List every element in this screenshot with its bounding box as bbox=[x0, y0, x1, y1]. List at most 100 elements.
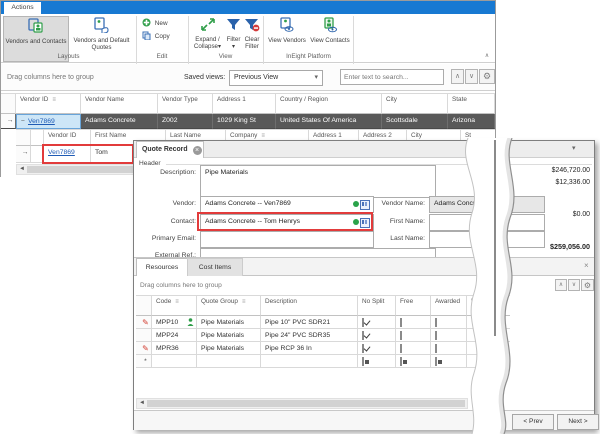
column-header-vendor-name[interactable]: Vendor Name bbox=[81, 93, 158, 114]
vendor-type-cell[interactable]: Z002 bbox=[158, 114, 213, 129]
no-split-cell[interactable] bbox=[358, 329, 396, 342]
contact-input[interactable]: Adams Concrete -- Tom Henrys bbox=[200, 214, 374, 231]
search-down-button[interactable]: ∨ bbox=[568, 279, 580, 291]
awarded-cell[interactable] bbox=[431, 342, 467, 355]
no-split-checkbox[interactable] bbox=[362, 331, 364, 340]
column-header-quote-group[interactable]: Quote Group≡ bbox=[197, 295, 261, 316]
awarded-checkbox[interactable] bbox=[435, 344, 437, 353]
column-header-free[interactable]: Free bbox=[396, 295, 431, 316]
search-input[interactable] bbox=[340, 69, 444, 85]
next-button[interactable]: Next > bbox=[557, 414, 599, 430]
free-checkbox[interactable] bbox=[400, 357, 402, 366]
new-resource-row[interactable]: * bbox=[136, 355, 510, 368]
no-split-cell[interactable] bbox=[358, 355, 396, 368]
duration-cell[interactable] bbox=[467, 316, 510, 329]
resource-row[interactable]: ✎ MPP10 Pipe Materials Pipe 10" PVC SDR2… bbox=[136, 316, 510, 329]
free-cell[interactable] bbox=[396, 329, 431, 342]
no-split-checkbox[interactable] bbox=[362, 344, 364, 353]
state-cell[interactable]: Arizona bbox=[448, 114, 495, 129]
no-split-checkbox[interactable] bbox=[362, 318, 364, 327]
column-header-country[interactable]: Country / Region bbox=[276, 93, 382, 114]
gear-icon[interactable]: ⚙ bbox=[479, 69, 495, 84]
awarded-checkbox[interactable] bbox=[435, 357, 437, 366]
vendor-id-cell[interactable]: −Ven7869 bbox=[16, 114, 81, 129]
copy-button[interactable]: Copy bbox=[142, 30, 186, 43]
tab-list-dropdown-icon[interactable]: ▾ bbox=[572, 144, 576, 152]
description-input[interactable]: Pipe Materials bbox=[200, 165, 436, 198]
description-cell[interactable]: Pipe RCP 36 In bbox=[261, 342, 358, 355]
panel-close-icon[interactable]: × bbox=[584, 261, 589, 270]
address1-cell[interactable]: 1029 King St bbox=[213, 114, 276, 129]
collapse-minus-icon[interactable]: − bbox=[21, 118, 25, 125]
description-cell[interactable]: Pipe 24" PVC SDR35 bbox=[261, 329, 358, 342]
scroll-left-icon[interactable]: ◄ bbox=[18, 165, 26, 174]
column-header-awarded[interactable]: Awarded bbox=[431, 295, 467, 316]
contact-grid-hscrollbar[interactable]: ◄ bbox=[16, 164, 136, 175]
awarded-cell[interactable] bbox=[431, 355, 467, 368]
tab-resources[interactable]: Resources bbox=[136, 258, 188, 277]
resource-row[interactable]: MPP24 Pipe Materials Pipe 24" PVC SDR35 bbox=[136, 329, 510, 342]
quote-group-cell[interactable]: Pipe Materials bbox=[197, 329, 261, 342]
duration-cell[interactable] bbox=[467, 355, 510, 368]
gear-icon[interactable]: ⚙ bbox=[581, 279, 594, 291]
city-cell[interactable]: Scottsdale bbox=[382, 114, 448, 129]
vendor-id-link[interactable]: Ven7869 bbox=[28, 118, 55, 125]
contact-vendor-id-cell[interactable]: Ven7869 bbox=[44, 146, 91, 163]
scrollbar-thumb[interactable] bbox=[147, 400, 465, 407]
search-down-button[interactable]: ∨ bbox=[465, 69, 478, 84]
tab-close-icon[interactable]: × bbox=[193, 146, 202, 155]
column-header-address1[interactable]: Address 1 bbox=[213, 93, 276, 114]
free-checkbox[interactable] bbox=[400, 318, 402, 327]
quote-group-cell[interactable]: Pipe Materials bbox=[197, 316, 261, 329]
tab-cost-items[interactable]: Cost Items bbox=[187, 258, 243, 278]
free-cell[interactable] bbox=[396, 342, 431, 355]
column-header-description[interactable]: Description bbox=[261, 295, 358, 316]
vendor-row[interactable]: → −Ven7869 Adams Concrete Z002 1029 King… bbox=[1, 114, 495, 129]
awarded-checkbox[interactable] bbox=[435, 318, 437, 327]
awarded-cell[interactable] bbox=[431, 329, 467, 342]
code-cell[interactable]: MPP24 bbox=[152, 329, 197, 342]
quote-group-cell[interactable]: Pipe Materials bbox=[197, 342, 261, 355]
free-cell[interactable] bbox=[396, 316, 431, 329]
duration-cell[interactable] bbox=[467, 329, 510, 342]
ribbon-collapse-icon[interactable]: ∧ bbox=[481, 52, 493, 62]
code-cell[interactable] bbox=[152, 355, 197, 368]
column-header-no-split[interactable]: No Split bbox=[358, 295, 396, 316]
scrollbar-thumb[interactable] bbox=[27, 166, 133, 173]
tab-quote-record[interactable]: Quote Record× bbox=[136, 141, 204, 158]
column-header-vendor-id[interactable]: Vendor ID bbox=[44, 129, 91, 146]
duration-cell[interactable] bbox=[467, 342, 510, 355]
column-header-state[interactable]: State bbox=[448, 93, 495, 114]
quote-group-cell[interactable] bbox=[197, 355, 261, 368]
scroll-left-icon[interactable]: ◄ bbox=[138, 399, 146, 408]
no-split-cell[interactable] bbox=[358, 342, 396, 355]
search-up-button[interactable]: ∧ bbox=[451, 69, 464, 84]
no-split-checkbox[interactable] bbox=[362, 357, 364, 366]
saved-views-dropdown[interactable]: ▾ Previous View bbox=[229, 70, 323, 86]
awarded-cell[interactable] bbox=[431, 316, 467, 329]
search-up-button[interactable]: ∧ bbox=[555, 279, 567, 291]
prev-button[interactable]: < Prev bbox=[512, 414, 554, 430]
column-header-vendor-type[interactable]: Vendor Type bbox=[158, 93, 213, 114]
primary-email-input[interactable] bbox=[200, 231, 374, 248]
country-cell[interactable]: United States Of America bbox=[276, 114, 382, 129]
contact-vendor-id-link[interactable]: Ven7869 bbox=[48, 149, 75, 156]
new-button[interactable]: New bbox=[142, 17, 186, 30]
column-header-vendor-id[interactable]: Vendor ID≡ bbox=[16, 93, 81, 114]
free-cell[interactable] bbox=[396, 355, 431, 368]
resources-grid-hscrollbar[interactable]: ◄ bbox=[136, 398, 468, 409]
vendor-name-cell[interactable]: Adams Concrete bbox=[81, 114, 158, 129]
column-header-duration[interactable]: Du bbox=[467, 295, 510, 316]
free-checkbox[interactable] bbox=[400, 331, 402, 340]
column-header-city[interactable]: City bbox=[382, 93, 448, 114]
description-cell[interactable]: Pipe 10" PVC SDR21 bbox=[261, 316, 358, 329]
column-header-code[interactable]: Code≡ bbox=[152, 295, 197, 316]
no-split-cell[interactable] bbox=[358, 316, 396, 329]
awarded-checkbox[interactable] bbox=[435, 331, 437, 340]
free-checkbox[interactable] bbox=[400, 344, 402, 353]
resource-row[interactable]: ✎ MPR36 Pipe Materials Pipe RCP 36 In bbox=[136, 342, 510, 355]
description-cell[interactable] bbox=[261, 355, 358, 368]
vendor-input[interactable]: Adams Concrete -- Ven7869 bbox=[200, 196, 374, 213]
code-cell[interactable]: MPP10 bbox=[152, 316, 197, 329]
code-cell[interactable]: MPR36 bbox=[152, 342, 197, 355]
